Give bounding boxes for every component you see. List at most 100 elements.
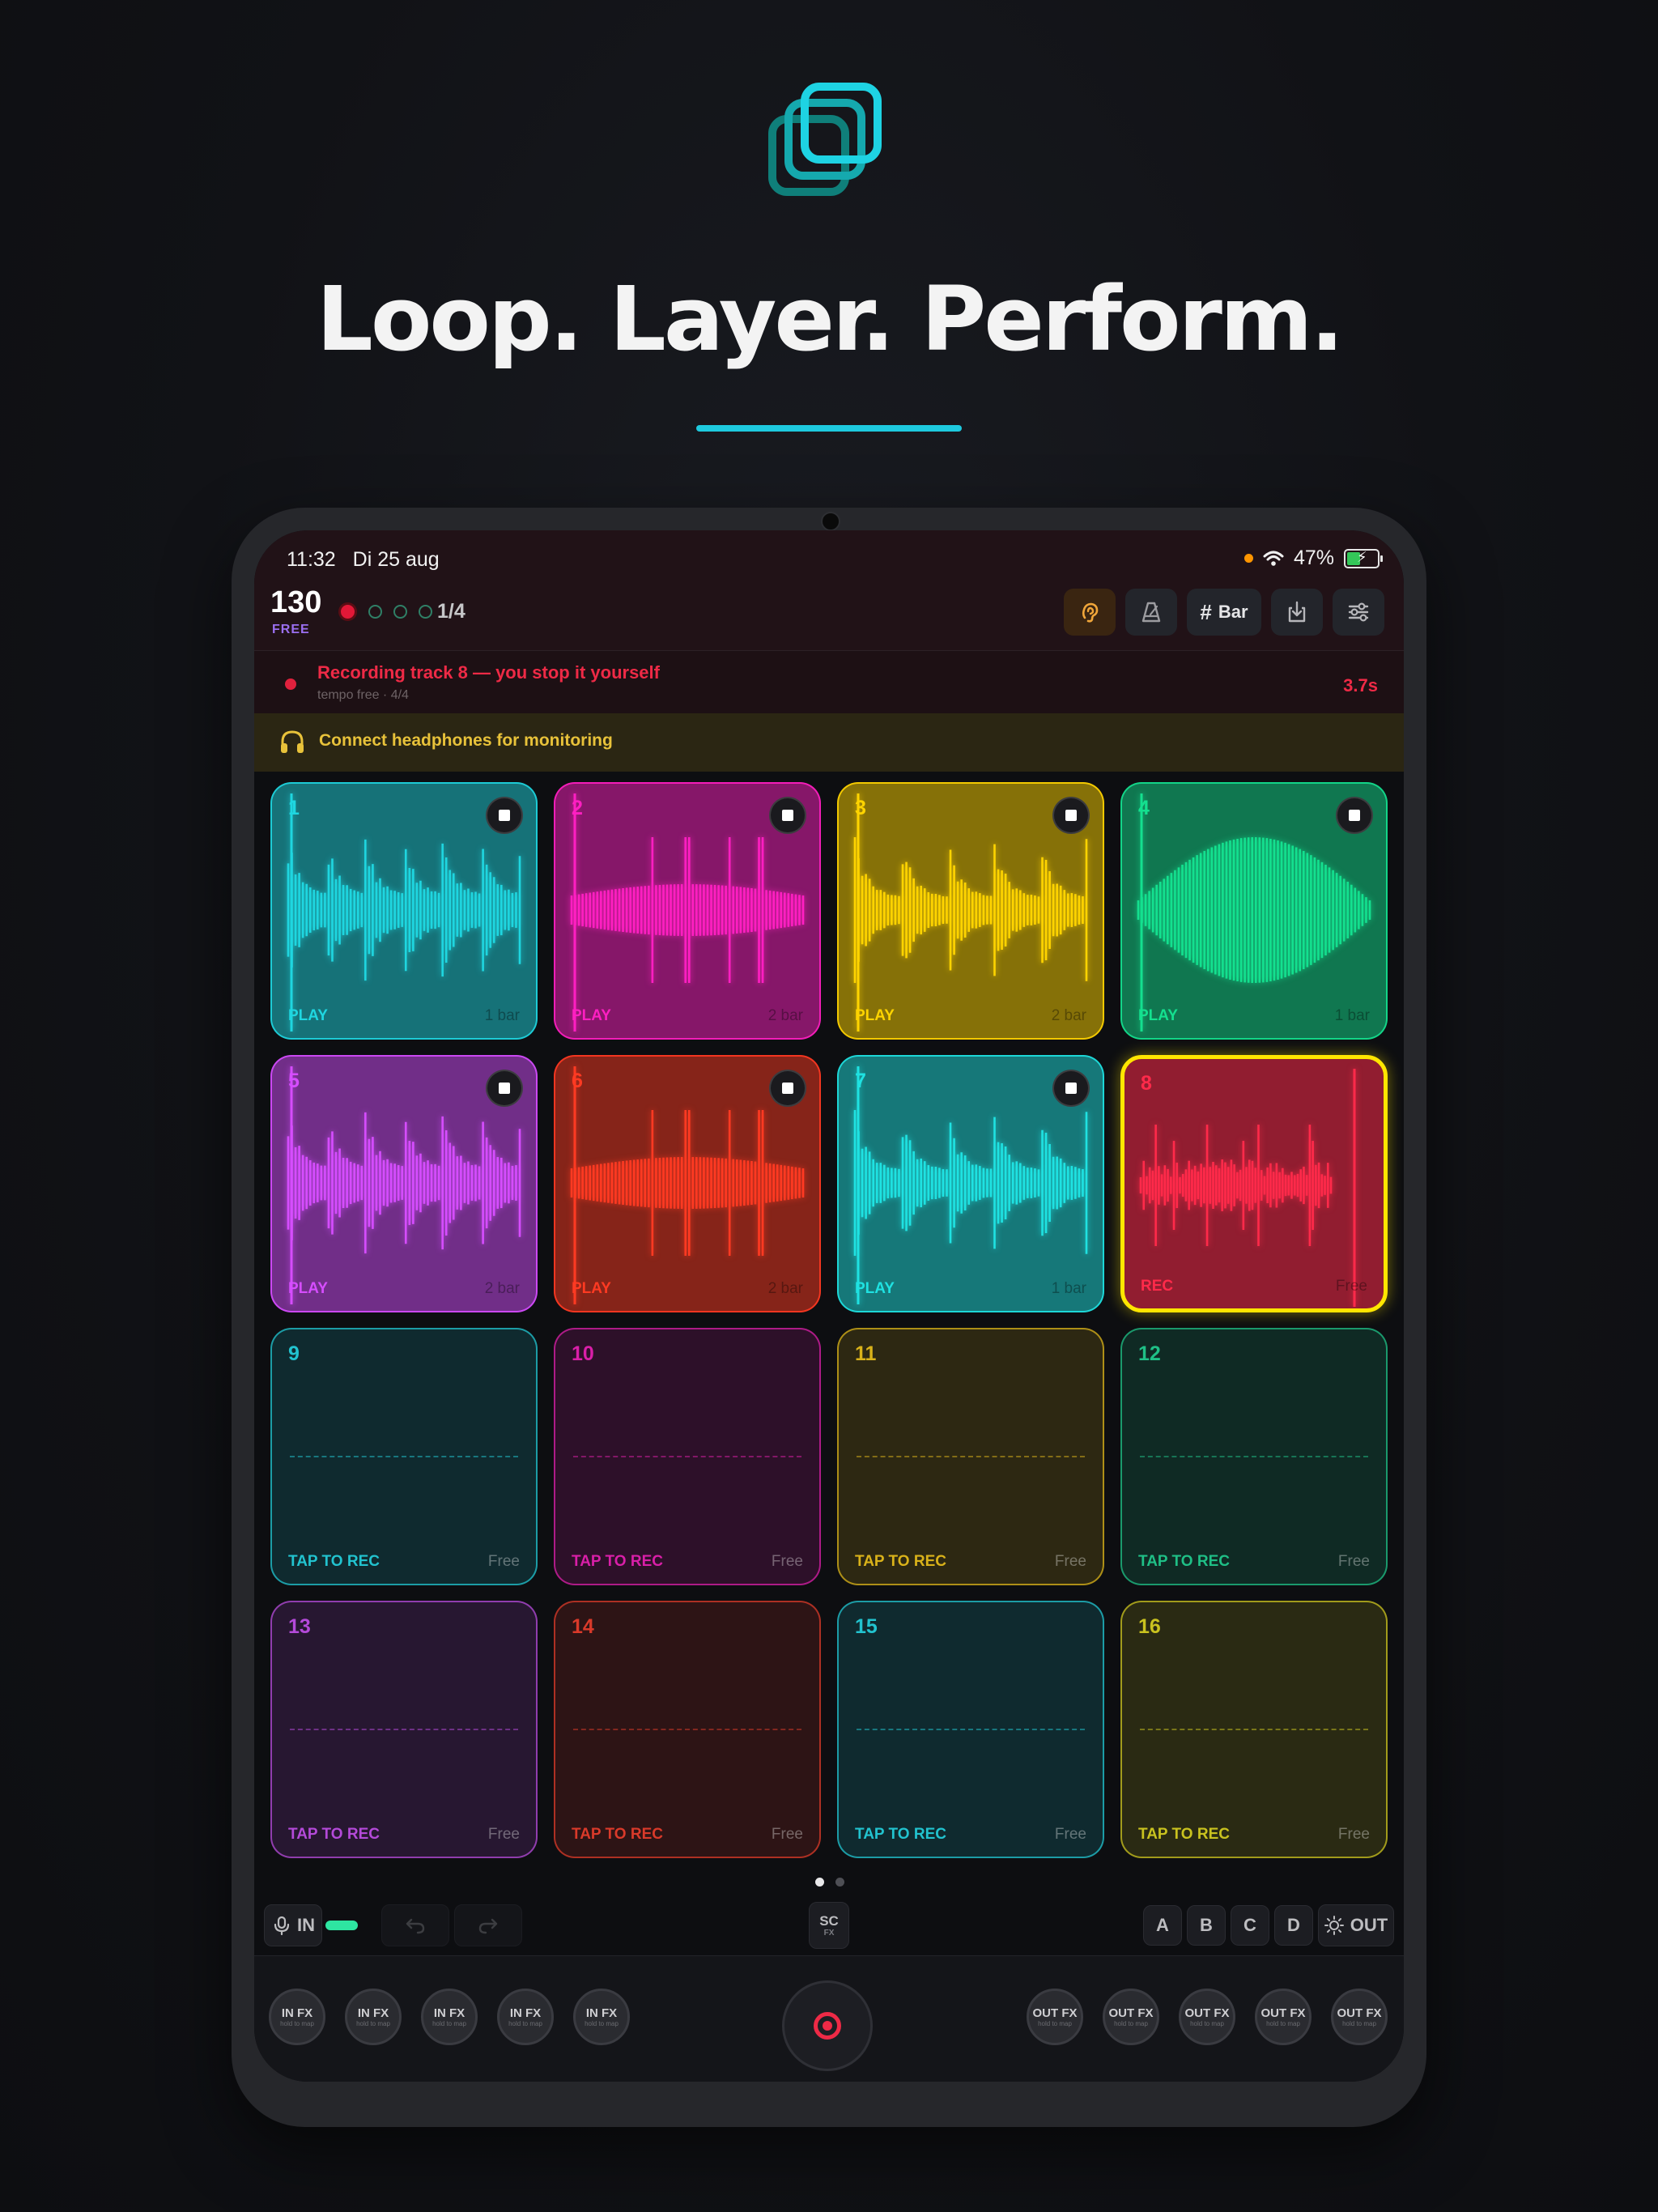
pad-status: PLAY bbox=[855, 1280, 895, 1297]
pad-status: REC bbox=[1141, 1278, 1174, 1295]
scene-a-button[interactable]: A bbox=[1143, 1905, 1182, 1946]
knob-label: IN FX bbox=[433, 2006, 466, 2020]
ear-monitor-button[interactable] bbox=[1064, 589, 1116, 636]
page-dot-active[interactable] bbox=[815, 1878, 824, 1887]
pad-12[interactable]: 12 TAP TO REC Free bbox=[1120, 1328, 1388, 1585]
knob-hint: hold to map bbox=[280, 2019, 314, 2027]
pad-number: 13 bbox=[288, 1615, 311, 1638]
beat-dot-active bbox=[338, 602, 357, 621]
pad-number: 8 bbox=[1141, 1072, 1152, 1095]
headphone-banner-text: Connect headphones for monitoring bbox=[319, 731, 613, 750]
empty-waveform-line bbox=[857, 1729, 1085, 1730]
knob-hint: hold to map bbox=[432, 2019, 466, 2027]
orange-dot bbox=[1244, 554, 1253, 563]
control-bar: IN SC FX A B C D OUT bbox=[254, 1897, 1404, 1954]
record-button[interactable] bbox=[782, 1980, 873, 2071]
sc-sub-label: FX bbox=[823, 1928, 835, 1938]
undo-button[interactable] bbox=[381, 1904, 449, 1946]
pad-number: 11 bbox=[855, 1342, 877, 1365]
pad-14[interactable]: 14 TAP TO REC Free bbox=[554, 1601, 821, 1858]
out-fx-knob[interactable]: OUT FX hold to map bbox=[1331, 1989, 1388, 2045]
output-button[interactable]: OUT bbox=[1318, 1904, 1394, 1946]
stop-button[interactable] bbox=[1336, 797, 1373, 834]
pad-length: 2 bar bbox=[1051, 1007, 1086, 1024]
status-bar: 11:32 Di 25 aug 47% ⚡ bbox=[275, 538, 1384, 579]
page-indicator[interactable] bbox=[815, 1878, 844, 1887]
knob-label: OUT FX bbox=[1108, 2006, 1154, 2020]
pad-10[interactable]: 10 TAP TO REC Free bbox=[554, 1328, 821, 1585]
stop-button[interactable] bbox=[1052, 797, 1090, 834]
page-dot[interactable] bbox=[835, 1878, 844, 1887]
scene-c-button[interactable]: C bbox=[1231, 1905, 1269, 1946]
pad-status: TAP TO REC bbox=[288, 1826, 380, 1843]
headphone-banner[interactable]: Connect headphones for monitoring bbox=[254, 713, 1404, 772]
pad-9[interactable]: 9 TAP TO REC Free bbox=[270, 1328, 538, 1585]
input-level-meter bbox=[325, 1921, 358, 1930]
pad-length: Free bbox=[487, 1553, 520, 1570]
brightness-icon bbox=[1324, 1916, 1344, 1935]
fx-bar: IN FX hold to map IN FX hold to map IN FX hol… bbox=[254, 1955, 1404, 2082]
pad-status: PLAY bbox=[288, 1280, 328, 1297]
pad-length: Free bbox=[771, 1826, 803, 1843]
scene-d-button[interactable]: D bbox=[1274, 1905, 1313, 1946]
in-fx-knob[interactable]: IN FX hold to map bbox=[573, 1989, 630, 2045]
out-fx-knob[interactable]: OUT FX hold to map bbox=[1179, 1989, 1235, 2045]
pad-16[interactable]: 16 TAP TO REC Free bbox=[1120, 1601, 1388, 1858]
pad-number: 3 bbox=[855, 797, 866, 819]
redo-button[interactable] bbox=[454, 1904, 522, 1946]
stop-button[interactable] bbox=[769, 1070, 806, 1107]
stop-button[interactable] bbox=[769, 797, 806, 834]
stop-icon bbox=[1065, 810, 1077, 821]
bpm-value[interactable]: 130 bbox=[270, 585, 321, 620]
metronome-icon bbox=[1141, 602, 1161, 623]
pad-number: 10 bbox=[572, 1342, 594, 1365]
knob-hint: hold to map bbox=[1266, 2019, 1300, 2027]
pad-length: 1 bar bbox=[1051, 1280, 1086, 1297]
pad-6[interactable]: 6 PLAY 2 bar bbox=[554, 1055, 821, 1312]
pad-status: PLAY bbox=[288, 1007, 328, 1024]
pad-5[interactable]: 5 PLAY 2 bar bbox=[270, 1055, 538, 1312]
pad-number: 14 bbox=[572, 1615, 594, 1638]
metronome-button[interactable] bbox=[1125, 589, 1177, 636]
in-fx-knob[interactable]: IN FX hold to map bbox=[345, 1989, 402, 2045]
out-fx-knob[interactable]: OUT FX hold to map bbox=[1027, 1989, 1083, 2045]
undo-icon bbox=[406, 1918, 425, 1934]
pad-15[interactable]: 15 TAP TO REC Free bbox=[837, 1601, 1104, 1858]
stop-button[interactable] bbox=[1052, 1070, 1090, 1107]
grid-bar-label: Bar bbox=[1218, 602, 1248, 622]
import-button[interactable] bbox=[1271, 589, 1323, 636]
mixer-settings-button[interactable] bbox=[1333, 589, 1384, 636]
pad-length: Free bbox=[1335, 1278, 1367, 1295]
pad-status: TAP TO REC bbox=[855, 1826, 946, 1843]
knob-hint: hold to map bbox=[1038, 2019, 1072, 2027]
pad-8[interactable]: 8 REC Free bbox=[1120, 1055, 1388, 1312]
pad-13[interactable]: 13 TAP TO REC Free bbox=[270, 1601, 538, 1858]
in-fx-knob[interactable]: IN FX hold to map bbox=[497, 1989, 554, 2045]
sidechain-fx-button[interactable]: SC FX bbox=[809, 1902, 849, 1949]
pad-1[interactable]: 1 PLAY 1 bar bbox=[270, 782, 538, 1040]
out-fx-knob[interactable]: OUT FX hold to map bbox=[1103, 1989, 1159, 2045]
pad-length: Free bbox=[771, 1553, 803, 1570]
grid-bar-button[interactable]: # Bar bbox=[1187, 589, 1261, 636]
pad-7[interactable]: 7 PLAY 1 bar bbox=[837, 1055, 1104, 1312]
in-fx-knob[interactable]: IN FX hold to map bbox=[269, 1989, 325, 2045]
stop-button[interactable] bbox=[486, 1070, 523, 1107]
out-fx-knob[interactable]: OUT FX hold to map bbox=[1255, 1989, 1312, 2045]
in-fx-knob[interactable]: IN FX hold to map bbox=[421, 1989, 478, 2045]
input-button[interactable]: IN bbox=[264, 1904, 322, 1946]
pad-4[interactable]: 4 PLAY 1 bar bbox=[1120, 782, 1388, 1040]
knob-label: IN FX bbox=[357, 2006, 389, 2020]
stop-button[interactable] bbox=[486, 797, 523, 834]
pad-11[interactable]: 11 TAP TO REC Free bbox=[837, 1328, 1104, 1585]
scene-b-button[interactable]: B bbox=[1187, 1905, 1226, 1946]
recording-banner: Recording track 8 — you stop it yourself… bbox=[254, 650, 1404, 714]
pad-2[interactable]: 2 PLAY 2 bar bbox=[554, 782, 821, 1040]
status-date: Di 25 aug bbox=[352, 548, 440, 571]
pad-status: PLAY bbox=[855, 1007, 895, 1024]
pad-length: Free bbox=[1337, 1826, 1370, 1843]
beat-dot bbox=[393, 605, 407, 619]
recording-dot-icon bbox=[285, 678, 296, 690]
stop-icon bbox=[499, 1083, 510, 1094]
empty-waveform-line bbox=[857, 1456, 1085, 1457]
pad-3[interactable]: 3 PLAY 2 bar bbox=[837, 782, 1104, 1040]
